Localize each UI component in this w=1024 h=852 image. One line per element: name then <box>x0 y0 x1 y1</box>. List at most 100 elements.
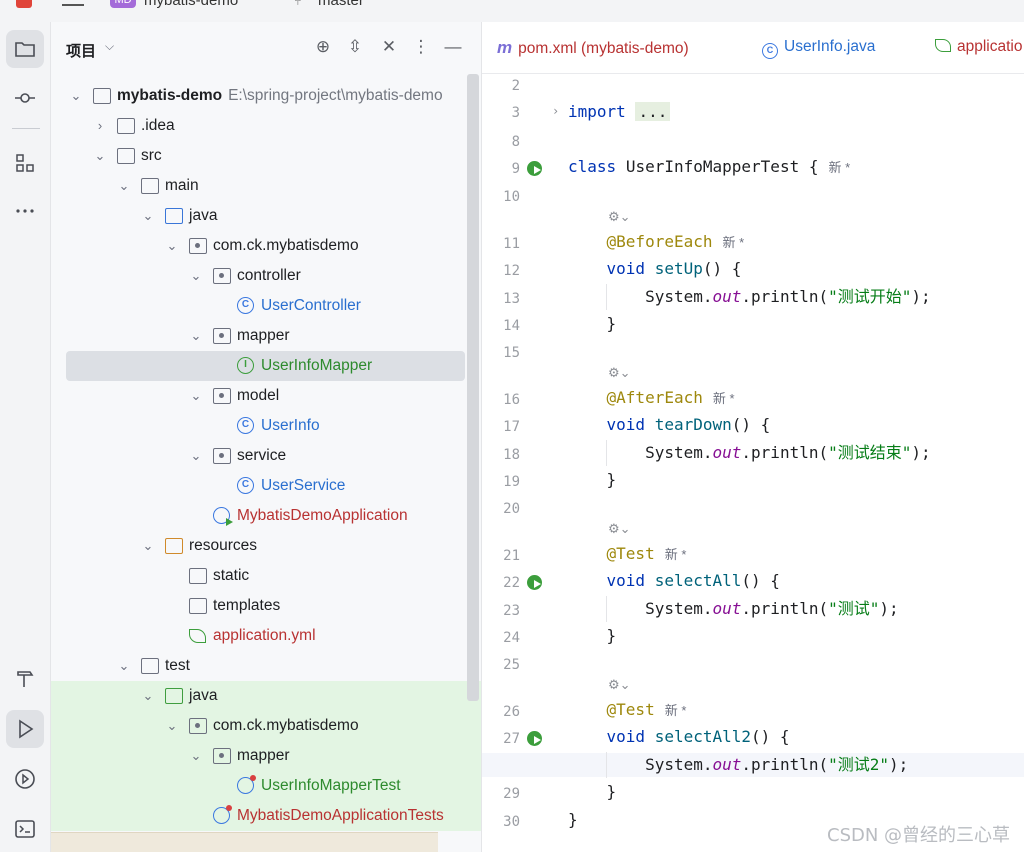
watermark: CSDN @曾经的三心草 <box>827 825 1011 846</box>
structure-tool-button[interactable] <box>6 144 44 182</box>
codevision-icon[interactable]: ⚙⌄ <box>608 208 631 228</box>
tree-row-userinfomappertest[interactable]: UserInfoMapperTest <box>51 771 481 801</box>
tree-row-userinfo[interactable]: C UserInfo <box>51 411 481 441</box>
main-menu-icon[interactable] <box>62 0 84 6</box>
project-panel: 项目 ⌵ ⊕ ⇳ ✕ ⋮ — ⌄ mybatis-demo E:\spring-pr… <box>51 22 481 852</box>
run-tool-button[interactable] <box>6 710 44 748</box>
interface-icon: I <box>237 357 254 374</box>
chevron-down-icon[interactable]: ⌄ <box>141 531 155 561</box>
tree-row-mybatisdemoapplication[interactable]: MybatisDemoApplication <box>51 501 481 531</box>
tree-row-service[interactable]: ⌄ service <box>51 441 481 471</box>
tree-row-com-ck-mybatisdemo[interactable]: ⌄ com.ck.mybatisdemo <box>51 711 481 741</box>
package-dot <box>219 393 224 398</box>
tree-item-label: static <box>213 567 250 584</box>
tree-row-java[interactable]: ⌄ java <box>51 681 481 711</box>
fold-expand-icon[interactable]: › <box>552 104 559 118</box>
spring-leaf-icon <box>189 629 206 643</box>
tree-row-userinfomapper[interactable]: I UserInfoMapper <box>66 351 465 381</box>
tree-row-usercontroller[interactable]: C UserController <box>51 291 481 321</box>
code-line-12: void setUp() { <box>606 259 742 278</box>
tree-row-resources[interactable]: ⌄ resources <box>51 531 481 561</box>
module-folder-icon <box>93 88 111 104</box>
tree-row-static[interactable]: static <box>51 561 481 591</box>
chevron-down-icon[interactable]: ⌄ <box>165 231 179 261</box>
project-tool-button[interactable] <box>6 30 44 68</box>
services-tool-button[interactable] <box>6 760 44 798</box>
tree-row-target[interactable] <box>51 832 438 852</box>
folded-imports[interactable]: ... <box>635 102 671 121</box>
tree-row-mybatisdemoapplicationtests[interactable]: MybatisDemoApplicationTests <box>51 801 481 831</box>
tree-item-label: main <box>165 177 199 194</box>
chevron-right-icon[interactable]: › <box>93 111 107 141</box>
commit-icon <box>15 93 35 103</box>
source-folder-icon <box>165 208 183 224</box>
chevron-down-icon[interactable]: ⌄ <box>117 651 131 681</box>
tree-row-templates[interactable]: templates <box>51 591 481 621</box>
spring-leaf-icon <box>935 39 951 52</box>
tree-row-mapper[interactable]: ⌄ mapper <box>51 741 481 771</box>
chevron-down-icon[interactable]: ⌄ <box>189 441 203 471</box>
branch-switcher[interactable]: master <box>318 0 364 9</box>
tree-row-application-yml[interactable]: application.yml <box>51 621 481 651</box>
tree-item-label: MybatisDemoApplicationTests <box>237 807 444 824</box>
tree-row-controller[interactable]: ⌄ controller <box>51 261 481 291</box>
tree-row--idea[interactable]: › .idea <box>51 111 481 141</box>
tab-label: applicatio <box>957 38 1023 55</box>
chevron-down-icon[interactable]: ⌄ <box>141 681 155 711</box>
test-class-icon <box>237 775 256 794</box>
chevron-down-icon[interactable]: ⌄ <box>189 261 203 291</box>
tree-row-src[interactable]: ⌄ src <box>51 141 481 171</box>
code-area[interactable]: › import ... class UserInfoMapperTest {新… <box>482 74 1024 852</box>
tree-row-mapper[interactable]: ⌄ mapper <box>51 321 481 351</box>
tree-row-mybatis-demo[interactable]: ⌄ mybatis-demo E:\spring-project\mybatis-d… <box>51 81 481 111</box>
more-icon <box>16 209 34 213</box>
locate-file-icon[interactable]: ⊕ <box>312 36 334 58</box>
tab-userinfo-java[interactable]: C UserInfo.java <box>762 38 875 59</box>
code-line-19: } <box>606 470 617 489</box>
class-icon: C <box>237 297 254 314</box>
tree-row-test[interactable]: ⌄ test <box>51 651 481 681</box>
indent-guide <box>606 752 607 778</box>
tree-row-com-ck-mybatisdemo[interactable]: ⌄ com.ck.mybatisdemo <box>51 231 481 261</box>
codevision-icon[interactable]: ⚙⌄ <box>608 520 631 540</box>
chevron-down-icon[interactable]: ⌵ <box>105 39 114 54</box>
tree-row-java[interactable]: ⌄ java <box>51 201 481 231</box>
project-switcher[interactable]: mybatis-demo <box>144 0 238 9</box>
commit-tool-button[interactable] <box>6 79 44 117</box>
expand-all-icon[interactable]: ⇳ <box>344 36 366 58</box>
tab-label: pom.xml (mybatis-demo) <box>518 40 689 57</box>
chevron-down-icon[interactable]: ⌄ <box>117 171 131 201</box>
hide-panel-icon[interactable]: — <box>442 36 464 58</box>
tree-row-main[interactable]: ⌄ main <box>51 171 481 201</box>
codevision-icon[interactable]: ⚙⌄ <box>608 676 631 696</box>
tree-item-label: templates <box>213 597 281 614</box>
chevron-down-icon[interactable]: ⌄ <box>189 381 203 411</box>
tab-pom-xml[interactable]: m pom.xml (mybatis-demo) <box>497 38 689 58</box>
chevron-down-icon[interactable]: ⌄ <box>69 81 83 111</box>
terminal-tool-button[interactable] <box>6 810 44 848</box>
folder-icon <box>141 658 159 674</box>
chevron-down-icon[interactable]: ⌄ <box>165 711 179 741</box>
tree-row-model[interactable]: ⌄ model <box>51 381 481 411</box>
codevision-icon[interactable]: ⚙⌄ <box>608 364 631 384</box>
code-line-23: System.out.println("测试"); <box>645 599 899 618</box>
project-badge[interactable]: MD <box>110 0 136 8</box>
chevron-down-icon[interactable]: ⌄ <box>189 321 203 351</box>
tree-item-label: java <box>189 687 218 704</box>
package-dot <box>195 243 200 248</box>
tree-row-userservice[interactable]: C UserService <box>51 471 481 501</box>
build-tool-button[interactable] <box>6 660 44 698</box>
tree-item-label: .idea <box>141 117 175 134</box>
tab-application-yml[interactable]: applicatio <box>935 38 1023 56</box>
editor-tab-bar: m pom.xml (mybatis-demo) C UserInfo.java a… <box>482 22 1024 74</box>
options-menu-icon[interactable]: ⋮ <box>410 36 432 58</box>
project-view-selector[interactable]: 项目 <box>66 40 96 61</box>
chevron-down-icon[interactable]: ⌄ <box>189 741 203 771</box>
code-editor: m pom.xml (mybatis-demo) C UserInfo.java a… <box>481 22 1024 852</box>
more-tool-button[interactable] <box>6 192 44 230</box>
collapse-all-icon[interactable]: ✕ <box>378 36 400 58</box>
chevron-down-icon[interactable]: ⌄ <box>141 201 155 231</box>
tree-scrollbar[interactable] <box>467 74 479 701</box>
chevron-down-icon[interactable]: ⌄ <box>93 141 107 171</box>
code-line-11: @BeforeEach 新 * <box>606 232 745 251</box>
